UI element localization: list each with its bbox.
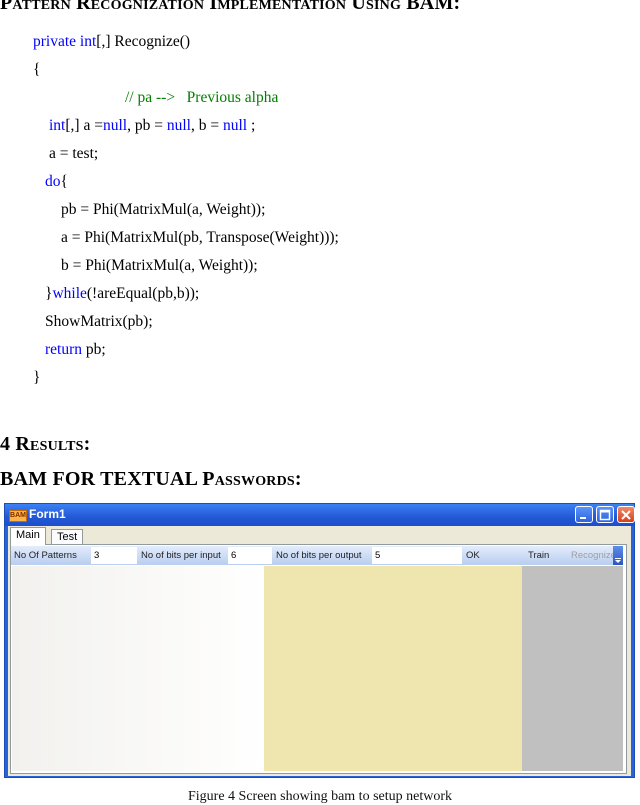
code-keyword: null bbox=[222, 117, 248, 134]
code-line: a = test; bbox=[49, 144, 98, 164]
code-line: return pb; bbox=[45, 340, 106, 360]
code-line: }while(!areEqual(pb,b)); bbox=[45, 284, 199, 304]
code-line: a = Phi(MatrixMul(pb, Transpose(Weight))… bbox=[61, 228, 339, 248]
toolbar-overflow-button[interactable] bbox=[613, 546, 623, 565]
code-text: b = Phi(MatrixMul(a, Weight)); bbox=[61, 257, 258, 274]
code-keyword: do bbox=[45, 173, 61, 190]
code-text: ShowMatrix(pb); bbox=[45, 313, 153, 330]
code-text: [,] a = bbox=[65, 117, 103, 134]
code-line: int[,] a =null, pb = null, b = null ; bbox=[49, 116, 255, 136]
ok-button[interactable]: OK bbox=[466, 546, 480, 565]
code-text: (!areEqual(pb,b)); bbox=[86, 285, 200, 302]
code-keyword: while bbox=[52, 285, 87, 302]
window-client-area: Main Test No Of Patterns 3 No of bits pe… bbox=[8, 526, 631, 776]
code-text: { bbox=[60, 173, 68, 190]
code-text: [,] Recognize() bbox=[96, 33, 191, 50]
code-text: a = Phi(MatrixMul(pb, Transpose(Weight))… bbox=[61, 229, 339, 246]
minimize-icon bbox=[580, 517, 586, 519]
code-text: pb; bbox=[82, 341, 106, 358]
code-text: { bbox=[33, 61, 41, 78]
code-text: , pb = bbox=[127, 117, 167, 134]
code-line: ShowMatrix(pb); bbox=[45, 312, 153, 332]
section-heading-results: 4 Results: bbox=[0, 433, 91, 455]
code-text: } bbox=[33, 369, 41, 386]
toolbar: No Of Patterns 3 No of bits per input 6 … bbox=[11, 546, 623, 565]
title-bar[interactable]: BAM Form1 bbox=[5, 504, 635, 526]
train-button[interactable]: Train bbox=[528, 546, 549, 565]
close-icon bbox=[621, 510, 631, 520]
code-line: do{ bbox=[45, 172, 68, 192]
code-keyword: private int bbox=[33, 33, 97, 50]
recognize-button: Recognize bbox=[571, 550, 616, 561]
maximize-button[interactable] bbox=[596, 506, 614, 523]
window-title: Form1 bbox=[29, 507, 66, 521]
code-keyword: null bbox=[166, 117, 191, 134]
patterns-input[interactable]: 3 bbox=[91, 547, 137, 564]
chevron-down-icon bbox=[615, 558, 621, 563]
pattern-panel bbox=[264, 566, 522, 771]
maximize-icon bbox=[599, 509, 611, 521]
code-keyword: int bbox=[49, 117, 66, 134]
patterns-label: No Of Patterns bbox=[14, 550, 77, 561]
code-line: b = Phi(MatrixMul(a, Weight)); bbox=[61, 256, 258, 276]
code-keyword: return bbox=[45, 341, 83, 358]
code-comment: // pa --> Previous alpha bbox=[125, 89, 279, 106]
code-text: pb = Phi(MatrixMul(a, Weight)); bbox=[61, 201, 266, 218]
section-heading-bam: BAM FOR TEXTUAL Passwords: bbox=[0, 468, 302, 490]
code-text: a = test; bbox=[49, 145, 99, 162]
minimize-button[interactable] bbox=[575, 506, 593, 523]
bits-input-label: No of bits per input bbox=[141, 550, 221, 561]
app-icon: BAM bbox=[9, 510, 27, 522]
bits-output-label: No of bits per output bbox=[276, 550, 362, 561]
close-button[interactable] bbox=[617, 506, 635, 523]
tab-test[interactable]: Test bbox=[51, 529, 84, 545]
bits-input-field[interactable]: 6 bbox=[228, 547, 272, 564]
code-line: // pa --> Previous alpha bbox=[125, 88, 278, 108]
code-text: ; bbox=[247, 117, 256, 134]
bits-output-field[interactable]: 5 bbox=[372, 547, 462, 564]
figure-caption: Figure 4 Screen showing bam to setup net… bbox=[187, 789, 452, 804]
code-keyword: null bbox=[102, 117, 128, 134]
code-line: private int[,] Recognize() bbox=[33, 32, 190, 52]
code-line: pb = Phi(MatrixMul(a, Weight)); bbox=[61, 200, 265, 220]
code-line: } bbox=[33, 368, 40, 388]
output-panel bbox=[522, 566, 623, 771]
tab-main[interactable]: Main bbox=[10, 527, 46, 545]
input-panel bbox=[12, 566, 264, 771]
section-heading-pattern: Pattern Recognization Implementation Usi… bbox=[0, 0, 461, 14]
code-text: , b = bbox=[190, 117, 223, 134]
code-line: { bbox=[33, 60, 40, 80]
app-window: BAM Form1 Main Test No Of Patterns 3 No … bbox=[4, 503, 635, 778]
